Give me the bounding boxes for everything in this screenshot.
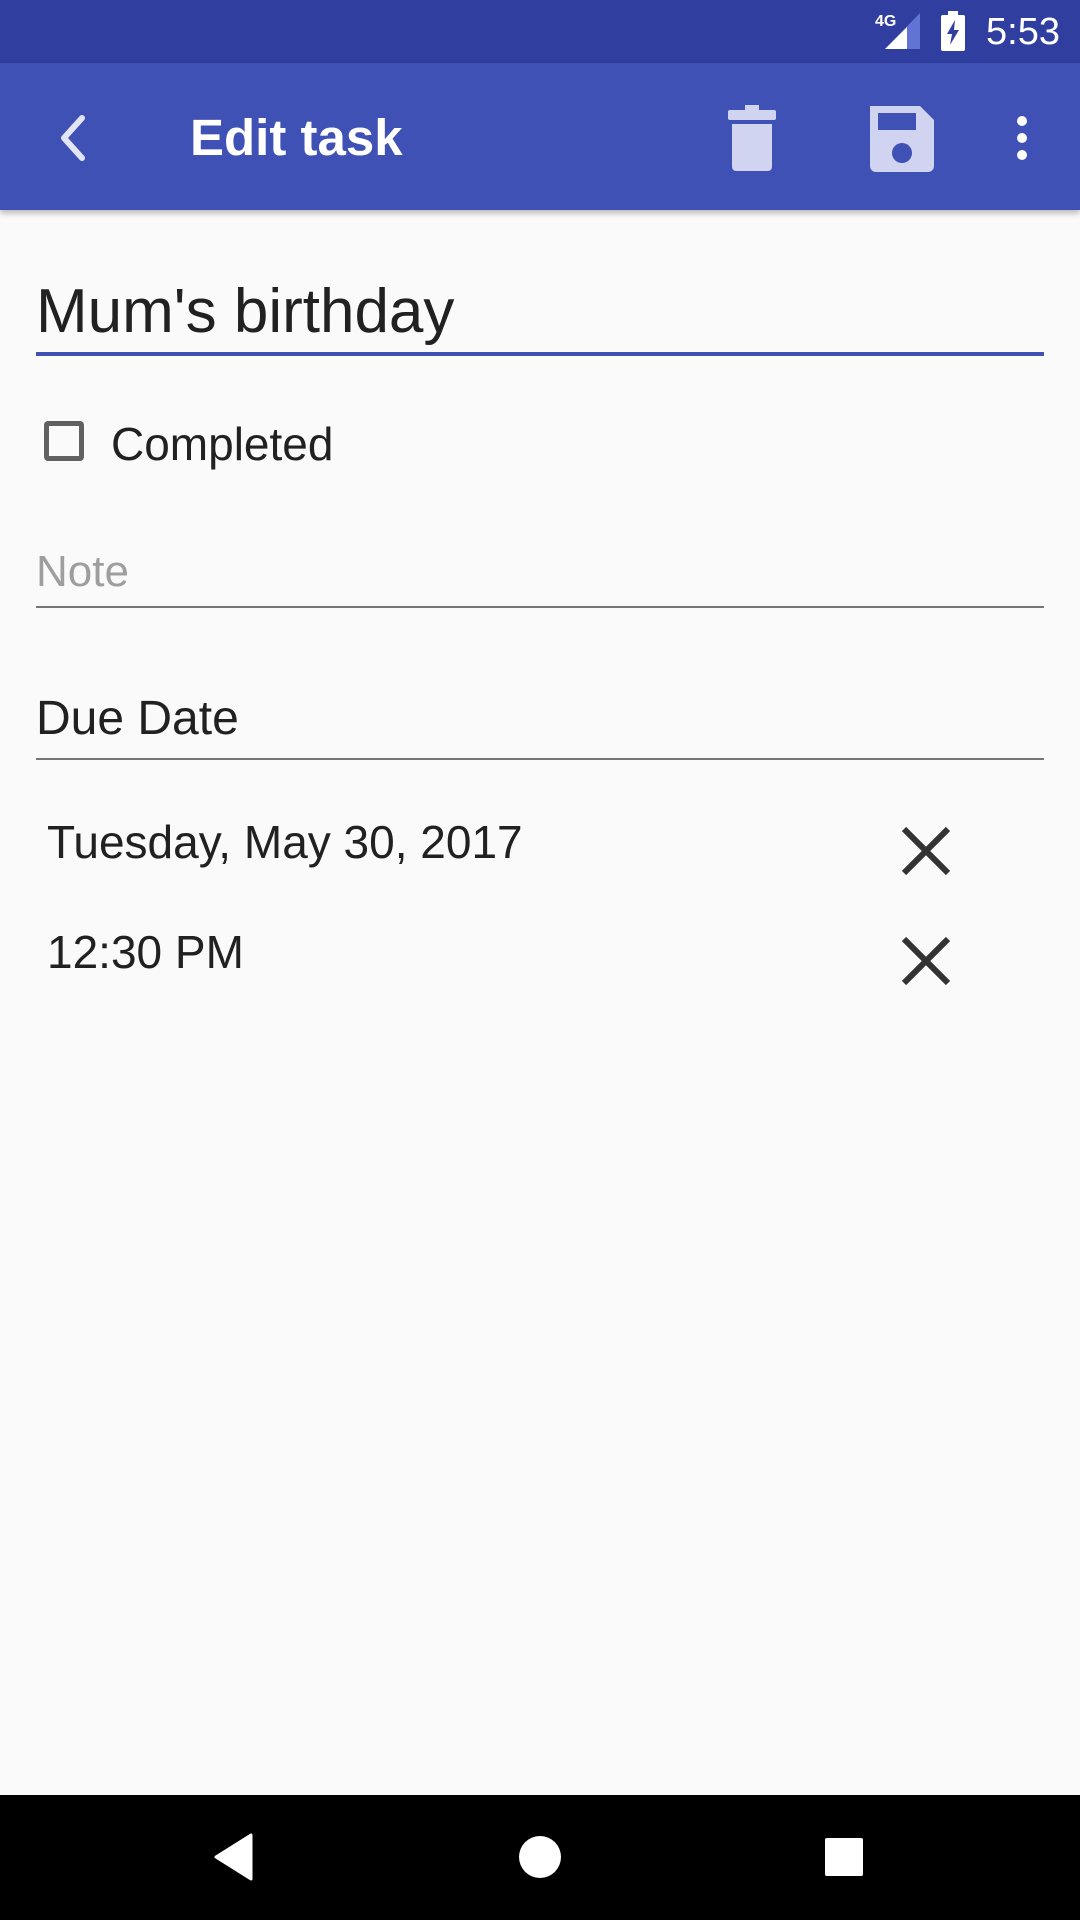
circle-home-icon [519, 1836, 561, 1878]
close-icon [901, 936, 951, 986]
task-title-input[interactable]: Mum's birthday [36, 272, 1044, 352]
clear-time-button[interactable] [890, 925, 962, 997]
triangle-back-icon [214, 1833, 253, 1881]
back-arrow-icon [61, 115, 85, 161]
completed-checkbox[interactable] [44, 421, 84, 461]
system-back-button[interactable] [205, 1827, 265, 1887]
signal-icon [883, 11, 921, 51]
system-nav-bar [0, 1795, 1080, 1920]
more-options-button[interactable] [1000, 98, 1050, 178]
save-icon [870, 106, 934, 172]
system-home-button[interactable] [510, 1827, 570, 1887]
more-vert-icon [1017, 116, 1027, 160]
save-button[interactable] [860, 98, 940, 178]
due-date-divider [36, 758, 1044, 760]
clear-date-button[interactable] [890, 815, 962, 887]
note-input[interactable]: Note [36, 545, 1044, 599]
due-date-value[interactable]: Tuesday, May 30, 2017 [47, 814, 523, 870]
system-recents-button[interactable] [814, 1827, 874, 1887]
page-title: Edit task [190, 109, 403, 166]
battery-charging-icon [940, 11, 966, 51]
status-bar: 4G 5:53 [0, 0, 1080, 63]
completed-label[interactable]: Completed [111, 417, 333, 471]
app-bar: Edit task [0, 63, 1080, 210]
status-clock: 5:53 [986, 11, 1060, 53]
edit-task-form: Mum's birthday Completed Note Due Date T… [0, 210, 1080, 1795]
trash-icon [728, 105, 776, 171]
title-underline [36, 352, 1044, 356]
due-time-value[interactable]: 12:30 PM [47, 924, 244, 980]
back-button[interactable] [40, 103, 110, 173]
due-date-header: Due Date [36, 692, 239, 745]
square-recents-icon [825, 1838, 863, 1876]
note-underline [36, 606, 1044, 608]
delete-button[interactable] [712, 98, 792, 178]
close-icon [901, 826, 951, 876]
